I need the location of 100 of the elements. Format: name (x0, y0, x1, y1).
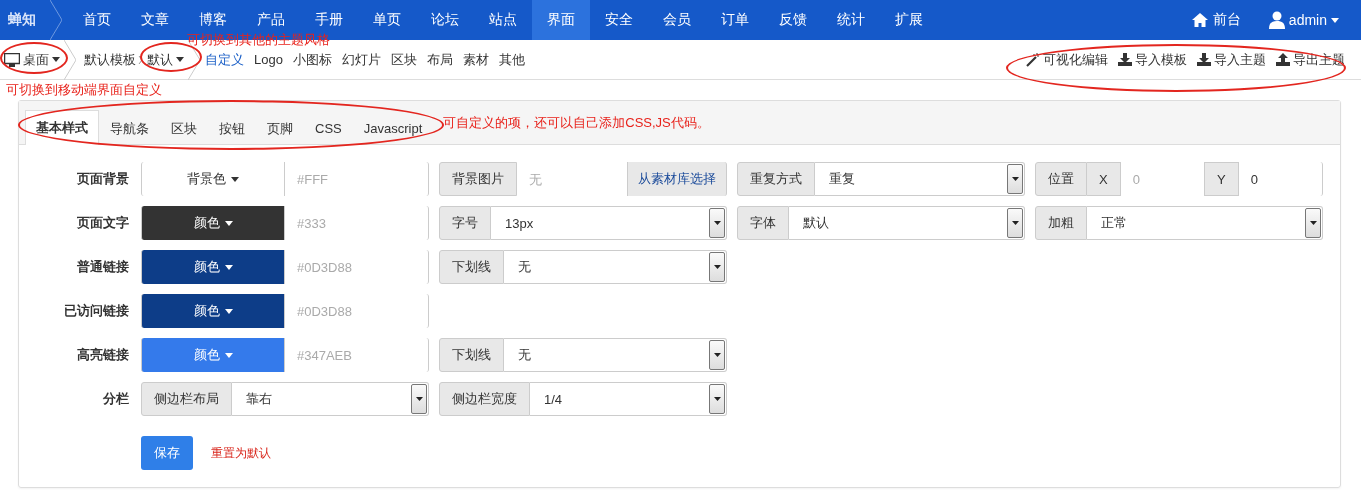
caret-icon (224, 220, 233, 226)
tab[interactable]: 区块 (160, 111, 208, 145)
nav-item[interactable]: 扩展 (880, 0, 938, 40)
dropdown-arrow-button[interactable] (1007, 208, 1023, 238)
reset-link[interactable]: 重置为默认 (211, 444, 271, 462)
sub-nav-link[interactable]: 素材 (457, 50, 494, 69)
sub-nav-link[interactable]: 布局 (421, 50, 458, 69)
caret-icon (1331, 17, 1339, 23)
caret-icon (1011, 177, 1019, 181)
select-field[interactable]: 正常 (1087, 206, 1323, 240)
dropdown-arrow-button[interactable] (1305, 208, 1321, 238)
nav-item[interactable]: 统计 (822, 0, 880, 40)
caret-icon (176, 57, 184, 62)
user-icon (1268, 11, 1285, 29)
input-addon: 下划线 (439, 338, 504, 372)
color-picker-button[interactable]: 背景色 (141, 162, 285, 196)
sub-nav-link[interactable]: 幻灯片 (336, 50, 386, 69)
input-addon: 字号 (439, 206, 491, 240)
caret-icon (1309, 221, 1317, 225)
nav-item[interactable]: 反馈 (764, 0, 822, 40)
sub-nav-link[interactable]: Logo (249, 52, 288, 67)
device-dropdown[interactable]: 桌面 (23, 50, 49, 69)
color-picker-button[interactable]: 颜色 (141, 338, 285, 372)
select-field[interactable]: 1/4 (530, 382, 727, 416)
annotation-text: 可切换到移动端界面自定义 (6, 81, 163, 99)
caret-icon (1011, 221, 1019, 225)
input-addon: Y (1204, 162, 1239, 196)
highlight-ellipse (0, 42, 68, 74)
select-field[interactable]: 靠右 (232, 382, 429, 416)
wand-icon (1026, 52, 1040, 67)
nav-item[interactable]: 论坛 (416, 0, 474, 40)
caret-icon (415, 397, 423, 401)
caret-icon (713, 265, 721, 269)
tab[interactable]: Javascript (352, 111, 434, 145)
tab[interactable]: 按钮 (208, 111, 256, 145)
input-addon: 加粗 (1035, 206, 1087, 240)
toolbar-link[interactable]: 导入模板 (1135, 50, 1187, 69)
caret-icon (713, 397, 721, 401)
select-field[interactable]: 13px (491, 206, 727, 240)
tab[interactable]: 页脚 (256, 111, 304, 145)
user-menu[interactable]: admin (1288, 12, 1327, 28)
sub-nav-link[interactable]: 其他 (493, 50, 530, 69)
dropdown-arrow-button[interactable] (709, 340, 725, 370)
input-addon: 侧边栏宽度 (439, 382, 530, 416)
dropdown-arrow-button[interactable] (709, 384, 725, 414)
dropdown-arrow-button[interactable] (709, 252, 725, 282)
select-field[interactable]: 重复 (815, 162, 1025, 196)
tab[interactable]: CSS (304, 111, 353, 145)
field-label: 普通链接 (76, 258, 129, 276)
dropdown-arrow-button[interactable] (709, 208, 725, 238)
dropdown-arrow-button[interactable] (1007, 164, 1023, 194)
field-label: 高亮链接 (76, 346, 129, 364)
input-addon: 字体 (737, 206, 789, 240)
color-picker-button[interactable]: 颜色 (141, 294, 285, 328)
input-addon: 位置 (1035, 162, 1087, 196)
input-addon: 重复方式 (737, 162, 815, 196)
toolbar-link[interactable]: 导入主题 (1214, 50, 1266, 69)
select-field[interactable]: 无 (504, 338, 727, 372)
nav-item[interactable]: 安全 (590, 0, 648, 40)
sub-nav-link[interactable]: 小图标 (287, 50, 337, 69)
download-icon (1118, 53, 1132, 66)
color-picker-button[interactable]: 颜色 (141, 206, 285, 240)
breadcrumb-separator (64, 39, 76, 80)
theme-dropdown[interactable]: 默认 (147, 50, 173, 69)
home-icon (1190, 12, 1209, 28)
dropdown-arrow-button[interactable] (411, 384, 427, 414)
nav-item[interactable]: 界面 (532, 0, 590, 40)
caret-icon (224, 308, 233, 314)
breadcrumb-separator (50, 0, 62, 40)
caret-icon (231, 176, 239, 182)
select-field[interactable]: 无 (504, 250, 727, 284)
caret-icon (52, 57, 60, 62)
nav-item[interactable]: 会员 (648, 0, 706, 40)
field-label: 页面文字 (76, 214, 129, 232)
tab[interactable]: 基本样式 (25, 110, 99, 145)
template-name: 默认模板 (83, 50, 137, 69)
toolbar-link[interactable]: 可视化编辑 (1043, 50, 1108, 69)
frontend-link[interactable]: 前台 (1212, 11, 1241, 29)
nav-item[interactable]: 站点 (474, 0, 532, 40)
nav-item[interactable]: 订单 (706, 0, 764, 40)
input-addon: 下划线 (439, 250, 504, 284)
nav-item[interactable]: 首页 (68, 0, 126, 40)
nav-item[interactable]: 文章 (126, 0, 184, 40)
input-addon: 侧边栏布局 (141, 382, 232, 416)
color-picker-button[interactable]: 颜色 (141, 250, 285, 284)
field-label: 已访问链接 (63, 302, 129, 320)
input-addon: 背景图片 (439, 162, 517, 196)
tab[interactable]: 导航条 (99, 111, 160, 145)
brand-logo[interactable]: 蝉知 (0, 0, 50, 40)
save-button[interactable]: 保存 (141, 436, 193, 470)
sub-nav-link[interactable]: 区块 (385, 50, 422, 69)
library-button[interactable]: 从素材库选择 (627, 162, 727, 196)
caret-icon (713, 353, 721, 357)
field-label: 分栏 (102, 390, 129, 408)
nav-item[interactable]: 单页 (358, 0, 416, 40)
select-field[interactable]: 默认 (789, 206, 1025, 240)
chevron-icon (138, 55, 143, 64)
field-label: 页面背景 (76, 170, 129, 188)
sub-nav-link[interactable]: 自定义 (200, 50, 249, 69)
caret-icon (224, 352, 233, 358)
